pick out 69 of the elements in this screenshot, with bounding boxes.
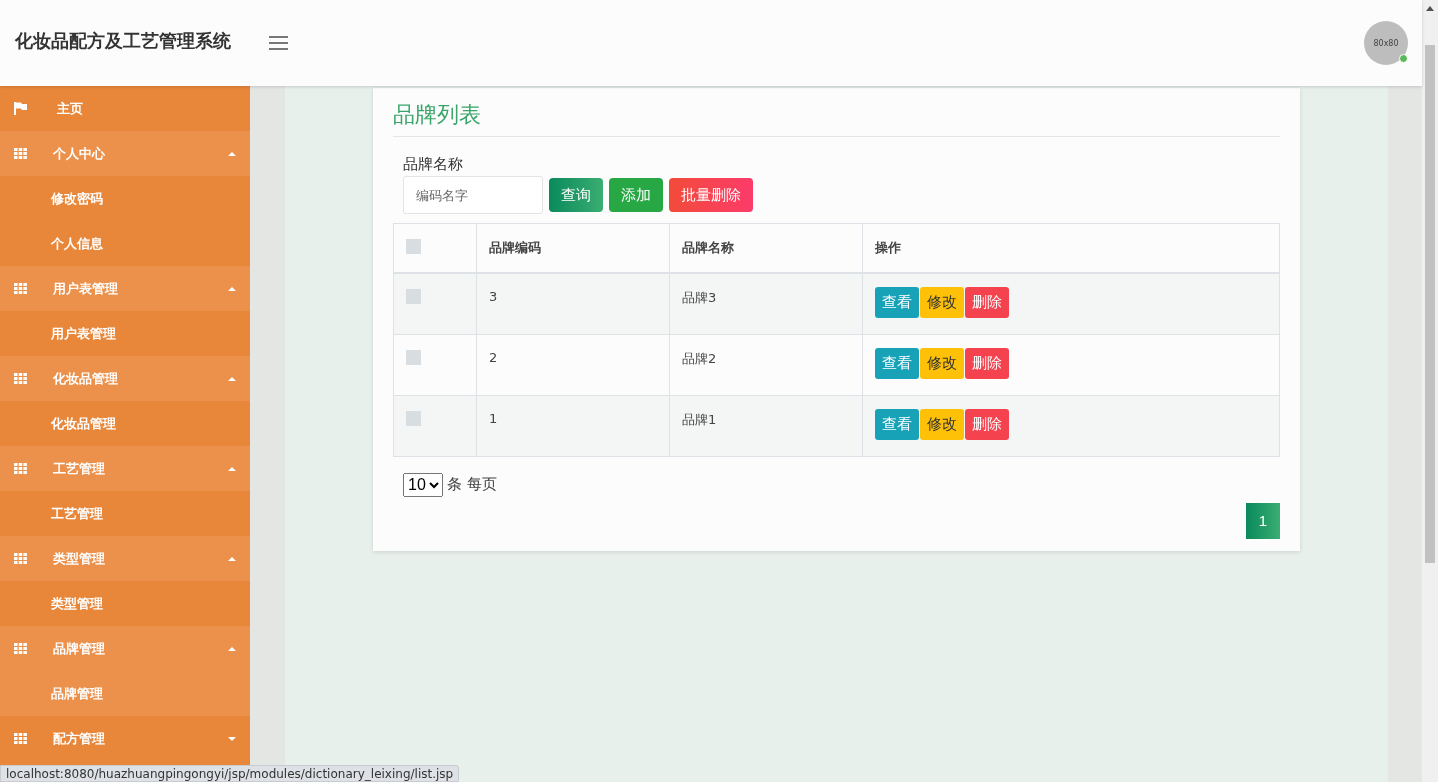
status-url: localhost:8080/huazhuangpingongyi/jsp/modules/dictionary_leixing/list.jsp [0, 765, 460, 782]
delete-button[interactable]: 删除 [965, 408, 1009, 440]
table-cell: 品牌1 [682, 411, 717, 427]
edit-button[interactable]: 修改 [920, 287, 964, 318]
scroll-up-icon[interactable] [1426, 6, 1434, 11]
caret-icon [228, 286, 236, 291]
delete-button[interactable]: 删除 [965, 287, 1009, 318]
panel-title: 品牌列表 [393, 100, 1280, 137]
delete-button[interactable]: 删除 [965, 347, 1009, 379]
sidebar-subitem[interactable]: 修改密码 [0, 176, 250, 221]
sidebar-subitem[interactable]: 品牌管理 [0, 671, 250, 716]
add-button[interactable]: 添加 [609, 178, 663, 212]
sidebar-subitem[interactable]: 工艺管理 [0, 491, 250, 536]
query-button[interactable]: 查询 [549, 178, 603, 212]
scrollbar-thumb[interactable] [1425, 45, 1435, 563]
table-cell: 2 [489, 349, 498, 365]
sidebar-group[interactable]: 类型管理 [0, 536, 250, 581]
field-label: 品牌名称 [403, 155, 464, 174]
caret-icon [228, 646, 236, 651]
sidebar-subitem[interactable]: 用户表管理 [0, 311, 250, 356]
page-size-select[interactable]: 10 [403, 472, 443, 497]
search-field[interactable]: 编码名字 [403, 176, 543, 214]
sidebar-group[interactable]: 用户表管理 [0, 266, 250, 311]
checkbox[interactable] [406, 239, 421, 254]
sidebar-group[interactable]: 个人中心 [0, 131, 250, 176]
sidebar-item[interactable]: 主页 [0, 86, 250, 131]
sidebar-group[interactable]: 化妆品管理 [0, 356, 250, 401]
grid-icon [14, 553, 27, 564]
flag-icon [14, 102, 27, 115]
delete-button[interactable]: 批量删除 [669, 178, 753, 212]
sidebar-subitem[interactable]: 个人信息 [0, 221, 250, 266]
grid-icon [14, 643, 27, 654]
checkbox[interactable] [406, 410, 421, 426]
grid-icon [14, 733, 27, 744]
sidebar-subitem[interactable]: 类型管理 [0, 581, 250, 626]
edit-button[interactable]: 修改 [920, 408, 964, 440]
scrollbar[interactable] [1422, 0, 1438, 782]
table-cell: 3 [489, 289, 498, 304]
grid-icon [14, 463, 27, 474]
table-cell: 品牌3 [682, 290, 717, 305]
app-title: 化妆品配方及工艺管理系统 [15, 29, 231, 53]
view-button[interactable]: 查看 [875, 408, 919, 440]
column-header[interactable]: 操作 [875, 240, 901, 255]
checkbox[interactable] [406, 349, 421, 365]
sidebar-subitem[interactable]: 化妆品管理 [0, 401, 250, 446]
caret-icon [228, 556, 236, 561]
avatar[interactable]: 80x80 [1364, 21, 1408, 65]
grid-icon [14, 373, 27, 384]
sidebar-group[interactable]: 工艺管理 [0, 446, 250, 491]
caret-icon [228, 466, 236, 471]
grid-icon [14, 148, 27, 159]
grid-icon [14, 283, 27, 294]
table-cell: 1 [489, 410, 498, 426]
sidebar-group[interactable]: 品牌管理 [0, 626, 250, 671]
column-header[interactable]: 品牌名称 [682, 240, 734, 255]
menu-icon[interactable] [269, 36, 288, 50]
edit-button[interactable]: 修改 [920, 347, 964, 379]
caret-icon [228, 736, 236, 741]
page-size-label: 条 每页 [447, 475, 497, 494]
caret-icon [228, 376, 236, 381]
column-header[interactable]: 品牌编码 [489, 240, 541, 255]
table-cell: 品牌2 [682, 350, 717, 366]
caret-icon [228, 151, 236, 156]
checkbox[interactable] [406, 289, 421, 304]
view-button[interactable]: 查看 [875, 287, 919, 318]
avatar-text: 80x80 [1373, 38, 1399, 48]
view-button[interactable]: 查看 [875, 347, 919, 379]
sidebar-group[interactable]: 配方管理 [0, 716, 250, 761]
page-button[interactable]: 1 [1246, 502, 1280, 539]
